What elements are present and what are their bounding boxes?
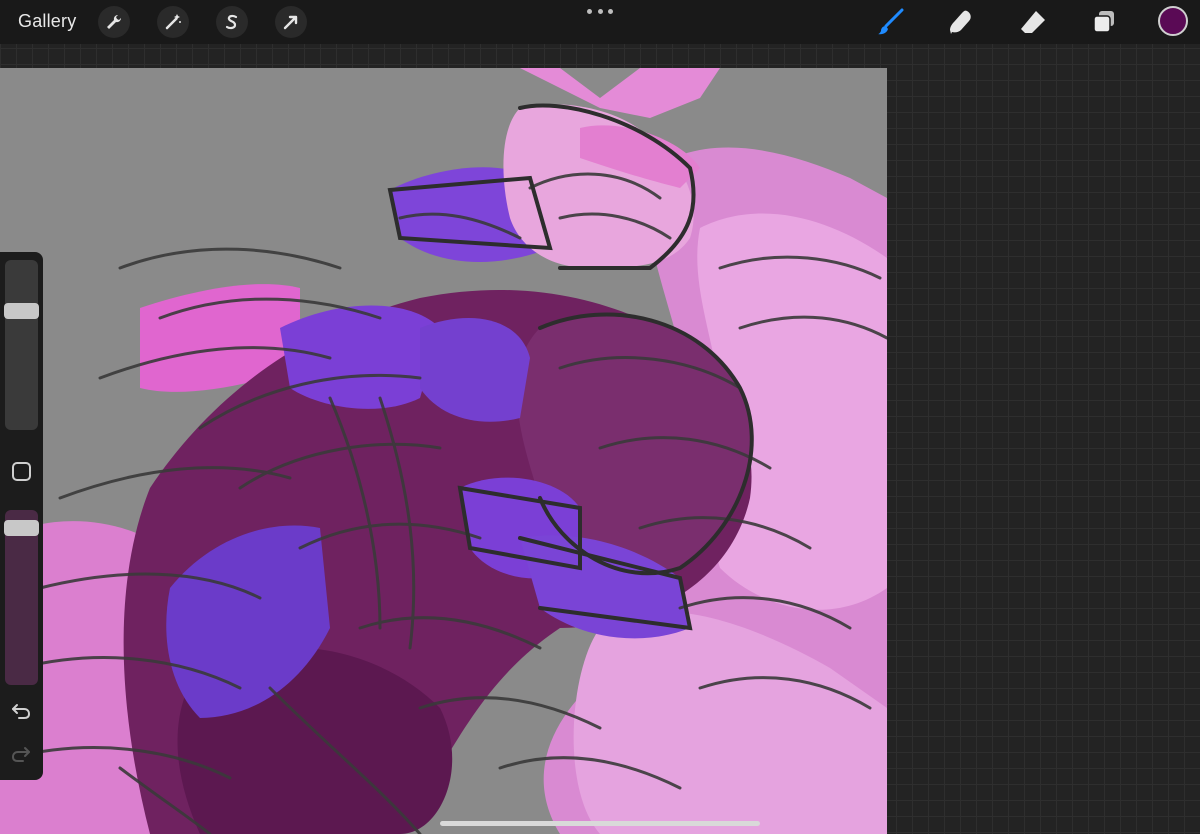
selection-button[interactable] xyxy=(216,6,248,38)
brush-tool-button[interactable] xyxy=(874,6,906,38)
magic-wand-icon xyxy=(165,14,181,30)
current-color-swatch[interactable] xyxy=(1158,6,1188,36)
smudge-finger-icon xyxy=(950,10,971,34)
dot xyxy=(597,8,603,14)
adjustments-button[interactable] xyxy=(157,6,189,38)
opacity-slider[interactable] xyxy=(4,510,39,685)
selection-s-icon xyxy=(225,14,238,30)
brush-size-thumb[interactable] xyxy=(4,303,39,319)
opacity-thumb[interactable] xyxy=(4,520,39,536)
brush-size-slider[interactable] xyxy=(4,260,39,430)
left-sidebar xyxy=(0,252,43,780)
dot xyxy=(608,8,613,14)
drawing-canvas[interactable] xyxy=(0,68,887,834)
transform-button[interactable] xyxy=(275,6,307,38)
redo-button[interactable] xyxy=(9,742,33,766)
layers-icon xyxy=(1093,11,1114,33)
more-menu-button[interactable] xyxy=(587,4,613,18)
smudge-tool-button[interactable] xyxy=(945,6,977,38)
gallery-button[interactable]: Gallery xyxy=(18,11,76,32)
eraser-tool-button[interactable] xyxy=(1017,6,1049,38)
brush-icon xyxy=(878,8,904,35)
top-toolbar: Gallery xyxy=(0,0,1200,44)
undo-icon xyxy=(12,704,31,719)
arrow-cursor-icon xyxy=(283,15,298,30)
layers-button[interactable] xyxy=(1088,6,1120,38)
wrench-icon xyxy=(107,14,122,29)
eraser-icon xyxy=(1021,11,1045,33)
actions-button[interactable] xyxy=(98,6,130,38)
dot xyxy=(587,8,592,14)
modify-button[interactable] xyxy=(12,462,31,481)
redo-icon xyxy=(11,747,30,762)
undo-button[interactable] xyxy=(9,699,33,723)
home-indicator xyxy=(440,821,760,826)
artwork xyxy=(0,68,887,834)
